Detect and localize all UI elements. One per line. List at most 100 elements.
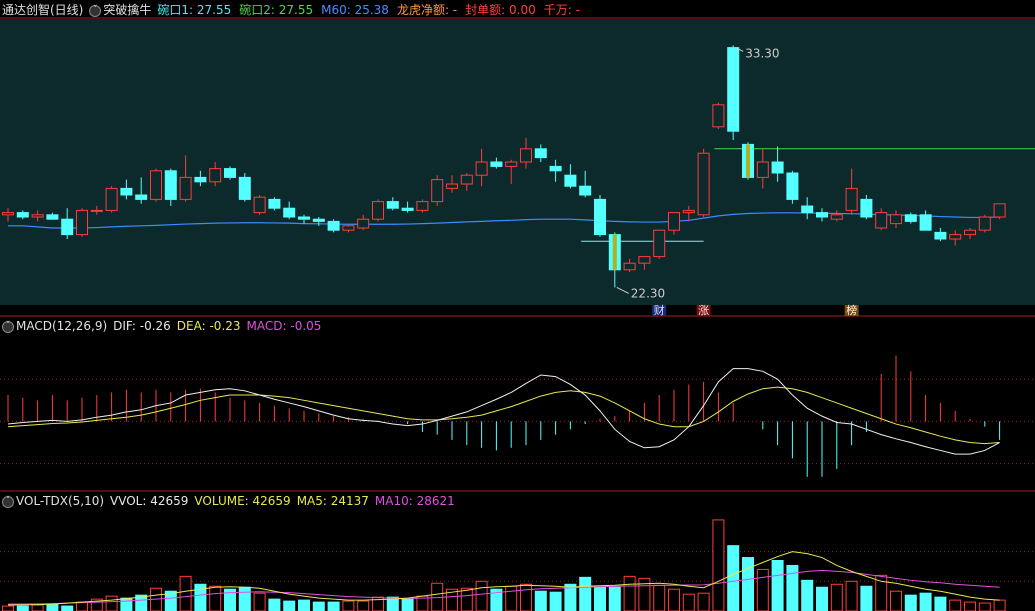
volume-bar [253, 592, 266, 611]
indicator-selector[interactable]: ˅ 突破擒牛 [89, 1, 151, 19]
candle [61, 218, 74, 236]
chevron-down-icon[interactable]: ˅ [2, 320, 14, 333]
signal-mark [746, 144, 750, 178]
macd-title: MACD(12,26,9) [16, 319, 108, 333]
volume-bar [830, 583, 843, 611]
volume-bar [875, 574, 888, 611]
macd-value-2: MACD: -0.05 [246, 319, 322, 333]
marker-label: 榜 [846, 303, 857, 317]
candle [579, 185, 592, 196]
volume-bar [520, 583, 532, 611]
volume-bar [549, 591, 562, 611]
volume-bar [312, 601, 325, 611]
candle [357, 218, 370, 229]
chevron-down-icon[interactable]: ˅ [89, 4, 102, 17]
volume-bar [964, 601, 976, 611]
vol-selector[interactable]: ˅ VOL-TDX(5,10) [2, 492, 104, 510]
candle [150, 170, 162, 200]
low-price-label: 22.30 [631, 286, 665, 300]
volume-bar [594, 586, 606, 611]
volume-bar [934, 596, 947, 611]
candle [135, 194, 148, 200]
volume-bar [31, 604, 44, 611]
candle [268, 198, 281, 209]
volume-bar [16, 605, 29, 611]
candle [238, 176, 251, 200]
candle [90, 209, 103, 212]
volume-bar [801, 579, 814, 611]
volume-bar [268, 598, 281, 611]
volume-bar [460, 587, 473, 611]
signal-mark [612, 234, 617, 270]
stock-chart[interactable]: 33.30 22.30 财 涨 榜 [0, 0, 1035, 611]
volume-bar [2, 605, 14, 611]
candle [460, 174, 473, 185]
candle [283, 207, 296, 218]
candle [860, 198, 873, 218]
vol-value-1: VOLUME: 42659 [194, 494, 291, 508]
volume-bar [505, 585, 518, 611]
volume-bar [238, 586, 251, 611]
volume-bar [209, 585, 222, 611]
main-value-3: 龙虎净额: - [396, 3, 458, 17]
volume-bar [860, 585, 873, 611]
volume-bar [608, 586, 621, 611]
volume-bar [342, 600, 355, 611]
candle [786, 172, 799, 200]
candle [712, 104, 725, 128]
volume-bar [105, 595, 118, 611]
candle [949, 234, 962, 240]
chevron-down-icon[interactable]: ˅ [2, 495, 14, 508]
stock-title: 通达创智(日线) [2, 3, 84, 17]
candle [505, 161, 518, 167]
candle [801, 205, 814, 214]
macd-value-0: DIF: -0.26 [113, 319, 171, 333]
candle [446, 183, 458, 189]
candle [46, 214, 59, 220]
candle [653, 229, 666, 258]
candle [668, 212, 680, 231]
candle [2, 212, 14, 216]
main-chart-header: 通达创智(日线) ˅ 突破擒牛 碗口1: 27.55 碗口2: 27.55 M60: … [2, 1, 580, 19]
candle [875, 212, 888, 229]
volume-bar [475, 580, 488, 611]
main-value-2: M60: 25.38 [321, 3, 389, 17]
candle [342, 225, 355, 231]
candle [16, 212, 29, 218]
candle [490, 161, 503, 167]
volume-bar [298, 599, 310, 611]
candle [756, 161, 769, 178]
volume-bar [712, 519, 725, 611]
volume-bar [327, 601, 340, 611]
candle [964, 229, 976, 236]
candle [164, 170, 177, 200]
main-value-4: 封单额: 0.00 [465, 3, 536, 17]
volume-bar [283, 600, 296, 611]
vol-title: VOL-TDX(5,10) [16, 494, 105, 508]
candle [327, 220, 340, 231]
volume-bar [534, 590, 547, 611]
main-value-5: 千万: - [543, 3, 580, 17]
macd-selector[interactable]: ˅ MACD(12,26,9) [2, 317, 107, 335]
vol-value-3: MA10: 28621 [374, 494, 455, 508]
candle [697, 152, 710, 216]
candle [475, 161, 488, 176]
candle [372, 201, 384, 220]
candle [638, 256, 651, 264]
volume-bar [682, 593, 695, 611]
main-panel-bg [0, 19, 1035, 305]
volume-bar [890, 590, 902, 611]
candle [594, 198, 606, 236]
volume-bar [401, 598, 414, 611]
volume-header: ˅ VOL-TDX(5,10) VVOL: 42659 VOLUME: 42659 M… [2, 492, 455, 510]
volume-bar [76, 601, 88, 611]
candle [564, 174, 577, 187]
volume-bar [727, 545, 740, 611]
candle [105, 187, 118, 211]
candle [682, 209, 695, 214]
volume-bar [786, 564, 799, 611]
volume-bar [771, 560, 784, 611]
volume-bar [623, 575, 636, 611]
volume-bar [756, 568, 769, 611]
candle [31, 214, 44, 218]
